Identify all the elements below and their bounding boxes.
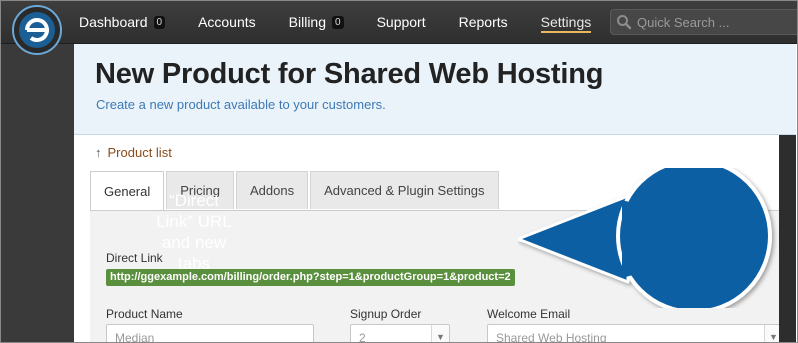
product-name-field[interactable]: Median bbox=[106, 324, 314, 343]
callout-line-2: Link” URL bbox=[156, 212, 232, 231]
callout-line-4: tabs bbox=[177, 254, 211, 273]
signup-order-label: Signup Order bbox=[350, 307, 422, 321]
callout-line-1: “Direct bbox=[168, 191, 220, 210]
nav-item-reports[interactable]: Reports bbox=[459, 14, 508, 30]
nav-item-billing[interactable]: Billing 0 bbox=[289, 14, 344, 30]
callout-arrow-bubble bbox=[518, 168, 772, 308]
dashboard-badge: 0 bbox=[153, 15, 166, 29]
nav-item-settings[interactable]: Settings bbox=[540, 14, 592, 33]
back-arrow-icon: ↑ bbox=[95, 145, 102, 160]
page-title: New Product for Shared Web Hosting bbox=[95, 58, 604, 90]
page-subtitle: Create a new product available to your c… bbox=[96, 97, 386, 112]
callout-text: “Direct Link” URL and new tabs bbox=[131, 190, 257, 274]
welcome-email-label: Welcome Email bbox=[487, 307, 571, 321]
app-logo-icon[interactable] bbox=[10, 3, 64, 57]
nav-dashboard-label: Dashboard bbox=[79, 14, 148, 30]
nav-billing-label: Billing bbox=[288, 14, 327, 30]
nav-reports-label: Reports bbox=[458, 14, 508, 30]
quick-search-input[interactable] bbox=[637, 14, 787, 30]
product-name-label: Product Name bbox=[106, 307, 183, 321]
page-header: New Product for Shared Web Hosting Creat… bbox=[74, 44, 796, 135]
nav-support-label: Support bbox=[376, 14, 426, 30]
callout-line-3: and new bbox=[161, 233, 227, 252]
nav-item-dashboard[interactable]: Dashboard 0 bbox=[79, 14, 166, 30]
search-icon bbox=[611, 9, 637, 35]
product-list-link[interactable]: Product list bbox=[108, 145, 172, 160]
tab-advanced-plugin-settings[interactable]: Advanced & Plugin Settings bbox=[310, 171, 499, 209]
quick-search bbox=[610, 9, 798, 35]
welcome-email-value: Shared Web Hosting bbox=[496, 331, 607, 343]
signup-order-value: 2 bbox=[359, 331, 366, 343]
left-sidebar bbox=[0, 44, 74, 343]
top-nav-bar: Dashboard 0 Accounts Billing 0 Support R… bbox=[0, 0, 798, 44]
nav-item-accounts[interactable]: Accounts bbox=[198, 14, 256, 30]
signup-order-select[interactable]: 2 ▼ bbox=[350, 324, 450, 343]
welcome-email-select[interactable]: Shared Web Hosting ▼ bbox=[487, 324, 783, 343]
nav-settings-label: Settings bbox=[540, 14, 592, 30]
breadcrumb: ↑ Product list bbox=[95, 145, 172, 160]
chevron-down-icon: ▼ bbox=[431, 325, 449, 343]
main-nav: Dashboard 0 Accounts Billing 0 Support R… bbox=[79, 0, 624, 44]
nav-accounts-label: Accounts bbox=[198, 14, 256, 30]
nav-item-support[interactable]: Support bbox=[377, 14, 426, 30]
billing-badge: 0 bbox=[332, 15, 344, 29]
